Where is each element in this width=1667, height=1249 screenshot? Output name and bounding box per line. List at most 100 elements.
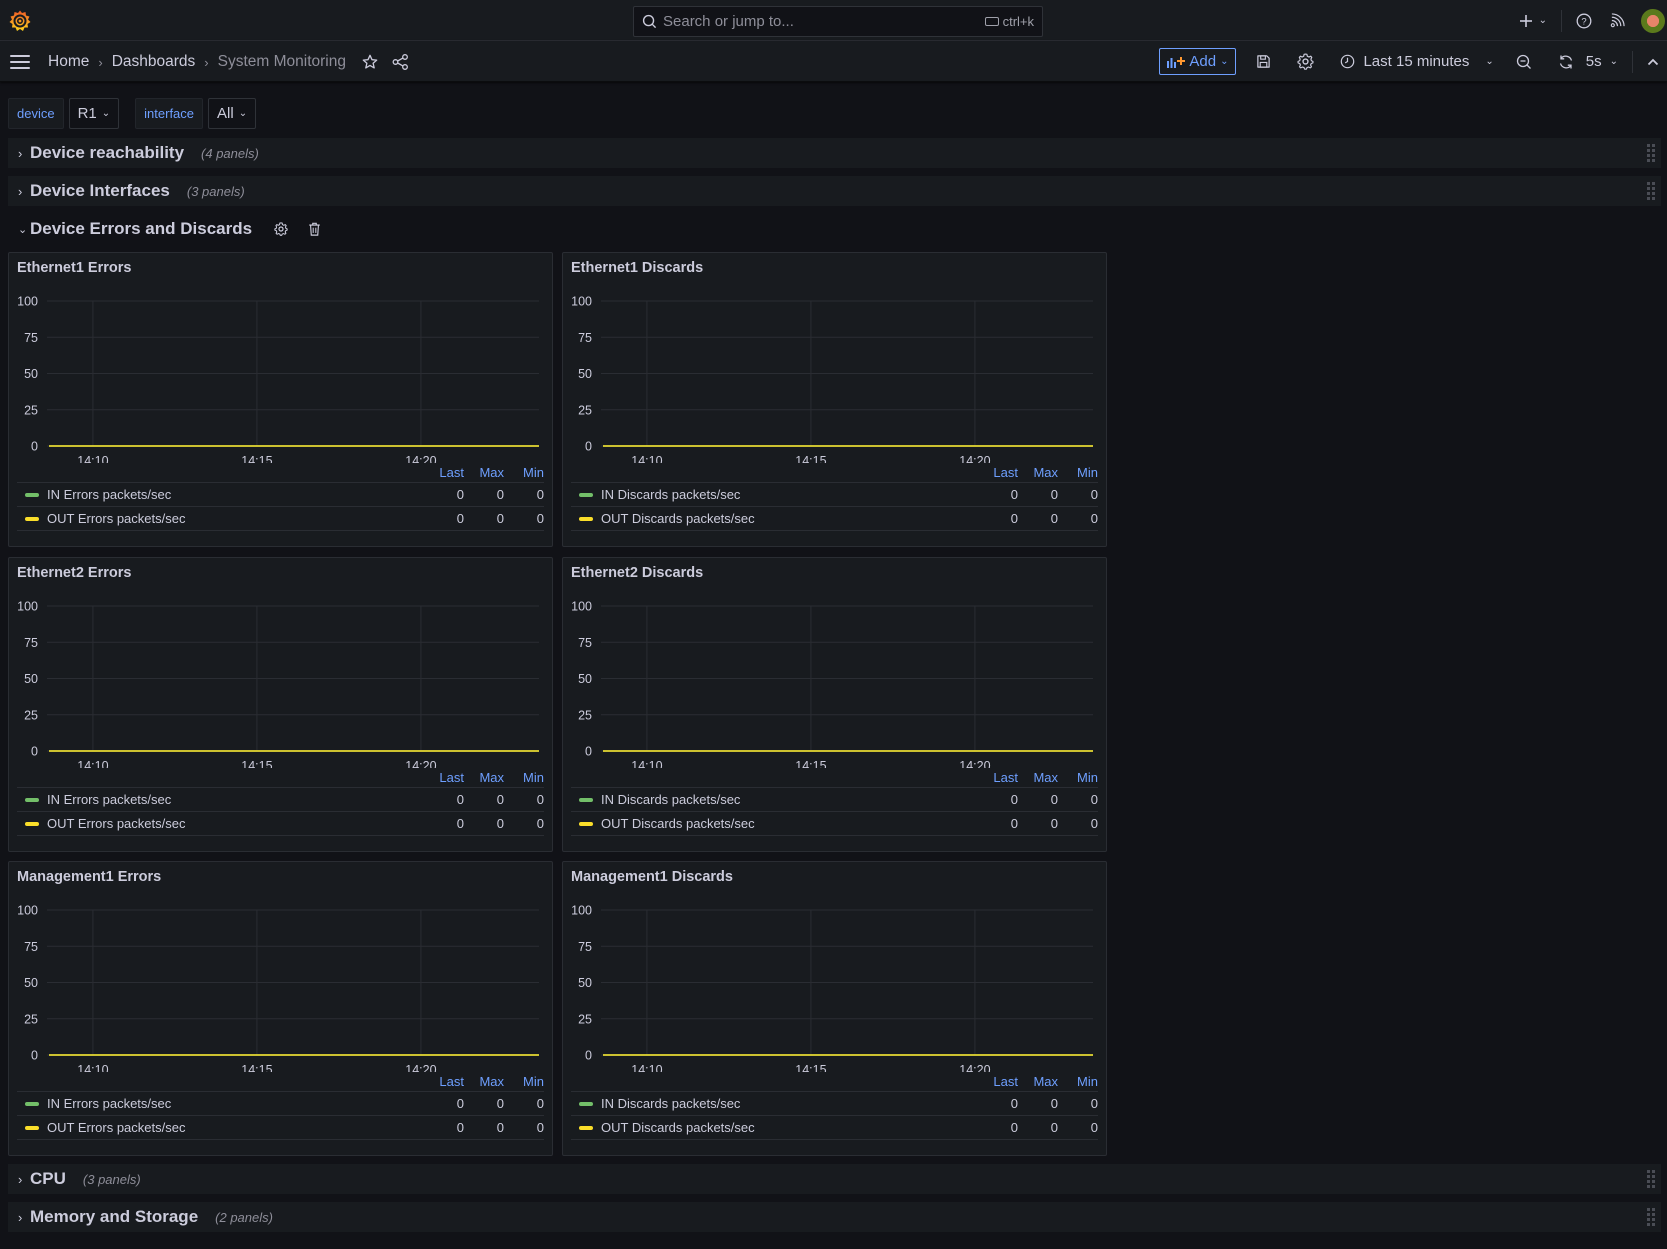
legend-column-min[interactable]: Min (1058, 770, 1098, 787)
panel-management1-discards[interactable]: Management1 Discards 0 25 50 75 100 14:10 14:15… (562, 861, 1107, 1156)
panel-management1-errors[interactable]: Management1 Errors 0 25 50 75 100 14:10 14:15 14… (8, 861, 553, 1156)
legend-column-last[interactable]: Last (978, 1074, 1018, 1091)
y-tick-label: 50 (24, 672, 38, 686)
star-icon (362, 54, 378, 69)
dashboard-settings-button[interactable] (1297, 53, 1314, 70)
panel-ethernet1-errors[interactable]: Ethernet1 Errors 0 25 50 75 100 14:10 14:15 14:2… (8, 252, 553, 547)
refresh-interval-picker[interactable]: 5s ⌄ (1586, 53, 1618, 70)
star-button[interactable] (362, 54, 378, 70)
row-device-interfaces[interactable]: › Device Interfaces (3 panels) (8, 176, 1661, 206)
row-settings-button[interactable] (274, 222, 288, 236)
row-memory-storage[interactable]: › Memory and Storage (2 panels) (8, 1202, 1661, 1232)
drag-handle-icon[interactable] (1647, 182, 1655, 200)
save-dashboard-button[interactable] (1256, 54, 1271, 69)
zoom-out-button[interactable] (1516, 54, 1532, 70)
legend-column-min[interactable]: Min (1058, 1074, 1098, 1091)
legend-header: Last Max Min (571, 465, 1098, 483)
legend-item[interactable]: OUT Errors packets/sec 0 0 0 (17, 1116, 544, 1140)
legend-color-swatch (579, 1125, 593, 1130)
time-series-chart[interactable]: 0 25 50 75 100 14:10 14:15 14:20 (9, 558, 554, 768)
chevron-down-icon: ⌄ (18, 223, 28, 236)
row-device-errors-discards[interactable]: ⌄ Device Errors and Discards (8, 214, 1661, 244)
collapse-toolbar-button[interactable] (1647, 58, 1659, 66)
time-series-chart[interactable]: 0 25 50 75 100 14:10 14:15 14:20 (9, 862, 554, 1072)
variable-select-interface[interactable]: All ⌄ (208, 98, 257, 129)
legend-item[interactable]: IN Errors packets/sec 0 0 0 (17, 1092, 544, 1116)
legend-series-name: OUT Errors packets/sec (47, 511, 186, 526)
legend-column-max[interactable]: Max (1018, 465, 1058, 482)
legend-value-max: 0 (1050, 487, 1058, 502)
grafana-logo-icon[interactable] (8, 9, 32, 33)
legend-item[interactable]: OUT Errors packets/sec 0 0 0 (17, 812, 544, 836)
help-button[interactable]: ? (1576, 13, 1592, 29)
legend-column-max[interactable]: Max (464, 465, 504, 482)
drag-handle-icon[interactable] (1647, 144, 1655, 162)
legend-item[interactable]: IN Errors packets/sec 0 0 0 (17, 483, 544, 507)
variable-select-device[interactable]: R1 ⌄ (68, 98, 120, 129)
legend-value-max: 0 (1050, 511, 1058, 526)
legend-item[interactable]: OUT Errors packets/sec 0 0 0 (17, 507, 544, 531)
share-button[interactable] (392, 54, 409, 70)
legend-column-last[interactable]: Last (424, 1074, 464, 1091)
time-series-chart[interactable]: 0 25 50 75 100 14:10 14:15 14:20 (563, 253, 1108, 463)
panel-ethernet2-discards[interactable]: Ethernet2 Discards 0 25 50 75 100 14:10 14:15 14… (562, 557, 1107, 852)
legend-value-last: 0 (1010, 792, 1018, 807)
legend-item[interactable]: OUT Discards packets/sec 0 0 0 (571, 1116, 1098, 1140)
y-tick-label: 100 (571, 295, 592, 309)
menu-toggle-button[interactable] (10, 55, 30, 69)
time-series-chart[interactable]: 0 25 50 75 100 14:10 14:15 14:20 (563, 558, 1108, 768)
breadcrumb-home[interactable]: Home (48, 53, 89, 71)
breadcrumb-dashboards[interactable]: Dashboards (112, 53, 196, 71)
legend-value-max: 0 (496, 1096, 504, 1111)
legend-column-last[interactable]: Last (424, 770, 464, 787)
top-bar-actions: ⌄ ? (1519, 0, 1667, 41)
legend-item[interactable]: OUT Discards packets/sec 0 0 0 (571, 812, 1098, 836)
time-series-chart[interactable]: 0 25 50 75 100 14:10 14:15 14:20 (563, 862, 1108, 1072)
legend-item[interactable]: IN Discards packets/sec 0 0 0 (571, 788, 1098, 812)
legend-item[interactable]: IN Errors packets/sec 0 0 0 (17, 788, 544, 812)
legend-column-min[interactable]: Min (504, 465, 544, 482)
drag-handle-icon[interactable] (1647, 1170, 1655, 1188)
legend-column-last[interactable]: Last (424, 465, 464, 482)
row-cpu[interactable]: › CPU (3 panels) (8, 1164, 1661, 1194)
menu-icon-bar (10, 67, 30, 69)
legend-color-swatch (25, 1101, 39, 1106)
legend-column-min[interactable]: Min (504, 1074, 544, 1091)
legend-column-max[interactable]: Max (464, 1074, 504, 1091)
avatar[interactable] (1641, 8, 1665, 33)
legend-column-max[interactable]: Max (464, 770, 504, 787)
time-range-picker[interactable]: Last 15 minutes ⌄ (1340, 53, 1494, 70)
new-menu-button[interactable]: ⌄ (1519, 14, 1547, 28)
legend-item[interactable]: IN Discards packets/sec 0 0 0 (571, 483, 1098, 507)
search-input[interactable]: Search or jump to... ctrl+k (633, 6, 1043, 37)
panel-ethernet1-discards[interactable]: Ethernet1 Discards 0 25 50 75 100 14:10 14:15 14… (562, 252, 1107, 547)
legend-column-max[interactable]: Max (1018, 770, 1058, 787)
panel-ethernet2-errors[interactable]: Ethernet2 Errors 0 25 50 75 100 14:10 14:15 14:2… (8, 557, 553, 852)
gear-icon (274, 222, 288, 236)
y-tick-label: 75 (578, 331, 592, 345)
legend-item[interactable]: IN Discards packets/sec 0 0 0 (571, 1092, 1098, 1116)
clock-icon (1341, 54, 1355, 69)
time-series-chart[interactable]: 0 25 50 75 100 14:10 14:15 14:20 (9, 253, 554, 463)
chevron-down-icon: ⌄ (238, 108, 248, 119)
news-button[interactable] (1610, 13, 1625, 28)
variable-value: R1 (77, 105, 97, 122)
refresh-button[interactable] (1558, 54, 1574, 70)
legend-header: Last Max Min (17, 465, 544, 483)
legend-color-swatch (25, 821, 39, 826)
y-tick-label: 0 (31, 745, 38, 759)
add-button[interactable]: Add ⌄ (1159, 48, 1237, 75)
legend-table: Last Max Min IN Errors packets/sec 0 0 0 OUT Er… (17, 770, 544, 836)
y-tick-label: 0 (585, 1049, 592, 1063)
legend-column-max[interactable]: Max (1018, 1074, 1058, 1091)
legend-column-min[interactable]: Min (1058, 465, 1098, 482)
legend-column-last[interactable]: Last (978, 770, 1018, 787)
legend-column-last[interactable]: Last (978, 465, 1018, 482)
drag-handle-icon[interactable] (1647, 1208, 1655, 1226)
row-delete-button[interactable] (308, 222, 321, 236)
breadcrumb: Home › Dashboards › System Monitoring (48, 51, 409, 73)
legend-column-min[interactable]: Min (504, 770, 544, 787)
zoom-out-icon (1516, 54, 1531, 69)
row-device-reachability[interactable]: › Device reachability (4 panels) (8, 138, 1661, 168)
legend-item[interactable]: OUT Discards packets/sec 0 0 0 (571, 507, 1098, 531)
